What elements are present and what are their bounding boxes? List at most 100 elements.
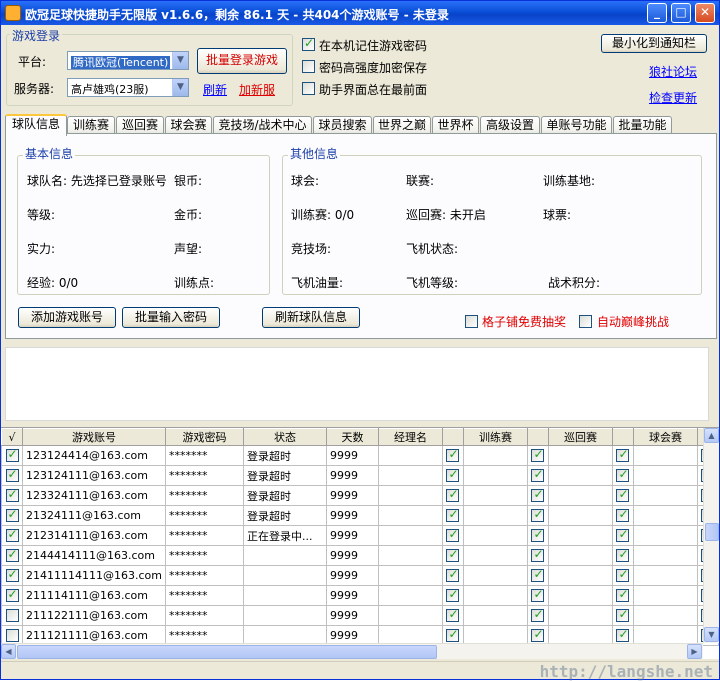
account-cell[interactable]: 2144414111@163.com	[22, 545, 166, 566]
check-update-link[interactable]: 检查更新	[649, 89, 697, 106]
column-header[interactable]: 天数	[325, 428, 379, 446]
table-row[interactable]: 211122111@163.com ******* 9999	[1, 605, 719, 626]
row-select-checkbox[interactable]	[5, 527, 19, 543]
club-enable-cell[interactable]	[611, 585, 634, 606]
tour-enable-checkbox[interactable]	[531, 467, 545, 483]
column-header[interactable]: 游戏密码	[164, 428, 244, 446]
tour-enable-cell[interactable]	[526, 565, 549, 586]
tour-enable-cell[interactable]	[526, 505, 549, 526]
chevron-down-icon[interactable]: ▼	[172, 79, 188, 96]
scroll-down-icon[interactable]: ▼	[704, 627, 719, 642]
training-enable-checkbox[interactable]	[446, 567, 460, 583]
row-select-checkbox[interactable]	[5, 507, 19, 523]
row-select-checkbox[interactable]	[5, 487, 19, 503]
account-grid[interactable]: √游戏账号游戏密码状态天数经理名 训练赛 巡回赛 球会赛 123124414@163.…	[1, 427, 719, 659]
club-enable-cell[interactable]	[611, 505, 634, 526]
row-select-cell[interactable]	[1, 585, 23, 606]
club-enable-cell[interactable]	[611, 565, 634, 586]
scroll-left-icon[interactable]: ◀	[1, 644, 16, 659]
row-select-cell[interactable]	[1, 565, 23, 586]
tour-enable-checkbox[interactable]	[531, 527, 545, 543]
column-header[interactable]: 状态	[242, 428, 327, 446]
server-select[interactable]: 高卢雄鸡(23服) ▼	[67, 78, 189, 97]
club-enable-checkbox[interactable]	[616, 507, 630, 523]
password-cell[interactable]: *******	[164, 545, 244, 566]
row-select-checkbox[interactable]	[5, 609, 19, 623]
tour-enable-checkbox[interactable]	[531, 607, 545, 623]
account-cell[interactable]: 211114111@163.com	[22, 585, 166, 606]
row-select-checkbox[interactable]	[5, 447, 19, 463]
account-cell[interactable]: 123324111@163.com	[22, 485, 166, 506]
add-server-link[interactable]: 加新服	[239, 81, 275, 98]
tour-enable-checkbox[interactable]	[531, 567, 545, 583]
club-enable-cell[interactable]	[611, 485, 634, 506]
horizontal-scrollbar[interactable]: ◀ ▶	[1, 643, 703, 659]
table-row[interactable]: 212314111@163.com*******正在登录中...9999	[1, 525, 719, 546]
refresh-link[interactable]: 刷新	[203, 81, 227, 98]
add-account-button[interactable]: 添加游戏账号	[18, 307, 116, 328]
table-row[interactable]: 2144414111@163.com******* 9999	[1, 545, 719, 566]
training-enable-checkbox[interactable]	[446, 467, 460, 483]
password-cell[interactable]: *******	[164, 505, 244, 526]
training-enable-checkbox[interactable]	[446, 547, 460, 563]
training-enable-cell[interactable]	[441, 485, 464, 506]
column-header[interactable]	[611, 428, 634, 446]
club-enable-checkbox[interactable]	[616, 467, 630, 483]
password-cell[interactable]: *******	[164, 565, 244, 586]
password-cell[interactable]: *******	[164, 585, 244, 606]
auto-peak-checkbox[interactable]	[579, 315, 592, 328]
tour-enable-checkbox[interactable]	[531, 627, 545, 643]
tab-team-info[interactable]: 球队信息	[5, 114, 67, 136]
club-enable-cell[interactable]	[611, 445, 634, 466]
vertical-scroll-thumb[interactable]	[705, 523, 719, 541]
password-cell[interactable]: *******	[164, 605, 244, 626]
column-header[interactable]: 巡回赛	[547, 428, 613, 446]
row-select-cell[interactable]	[1, 505, 23, 526]
column-header[interactable]: √	[1, 428, 23, 446]
club-enable-cell[interactable]	[611, 465, 634, 486]
tour-enable-checkbox[interactable]	[531, 507, 545, 523]
column-header[interactable]: 游戏账号	[22, 428, 166, 446]
refresh-team-button[interactable]: 刷新球队信息	[262, 307, 360, 328]
training-enable-checkbox[interactable]	[446, 627, 460, 643]
training-enable-checkbox[interactable]	[446, 507, 460, 523]
row-select-cell[interactable]	[1, 605, 23, 626]
log-area[interactable]	[5, 347, 709, 421]
account-cell[interactable]: 212314111@163.com	[22, 525, 166, 546]
training-enable-checkbox[interactable]	[446, 447, 460, 463]
column-header[interactable]: 球会赛	[632, 428, 698, 446]
platform-select[interactable]: 腾讯欧冠(Tencent) ▼	[67, 51, 189, 70]
column-header[interactable]	[526, 428, 549, 446]
tour-enable-cell[interactable]	[526, 545, 549, 566]
free-lottery-checkbox[interactable]	[465, 315, 478, 328]
training-enable-cell[interactable]	[441, 545, 464, 566]
row-select-checkbox[interactable]	[5, 587, 19, 603]
account-cell[interactable]: 123124414@163.com	[22, 445, 166, 466]
club-enable-cell[interactable]	[611, 605, 634, 626]
tour-enable-checkbox[interactable]	[531, 587, 545, 603]
row-select-cell[interactable]	[1, 525, 23, 546]
club-enable-checkbox[interactable]	[616, 627, 630, 643]
column-header[interactable]: 训练赛	[462, 428, 528, 446]
account-cell[interactable]: 123124111@163.com	[22, 465, 166, 486]
training-enable-cell[interactable]	[441, 465, 464, 486]
club-enable-checkbox[interactable]	[616, 527, 630, 543]
encrypt-password-checkbox[interactable]	[302, 60, 315, 73]
table-row[interactable]: 123324111@163.com*******登录超时9999	[1, 485, 719, 506]
minimize-to-tray-button[interactable]: 最小化到通知栏	[601, 34, 707, 53]
scroll-right-icon[interactable]: ▶	[687, 644, 702, 659]
tour-enable-cell[interactable]	[526, 585, 549, 606]
tour-enable-cell[interactable]	[526, 485, 549, 506]
account-cell[interactable]: 21411114111@163.com	[22, 565, 166, 586]
account-cell[interactable]: 21324111@163.com	[22, 505, 166, 526]
club-enable-cell[interactable]	[611, 525, 634, 546]
training-enable-cell[interactable]	[441, 445, 464, 466]
minimize-button[interactable]: _	[647, 3, 667, 23]
table-row[interactable]: 21411114111@163.com******* 9999	[1, 565, 719, 586]
club-enable-checkbox[interactable]	[616, 487, 630, 503]
club-enable-checkbox[interactable]	[616, 567, 630, 583]
table-row[interactable]: 123124111@163.com*******登录超时9999	[1, 465, 719, 486]
column-header[interactable]: 经理名	[377, 428, 443, 446]
tour-enable-cell[interactable]	[526, 445, 549, 466]
chevron-down-icon[interactable]: ▼	[172, 52, 188, 69]
